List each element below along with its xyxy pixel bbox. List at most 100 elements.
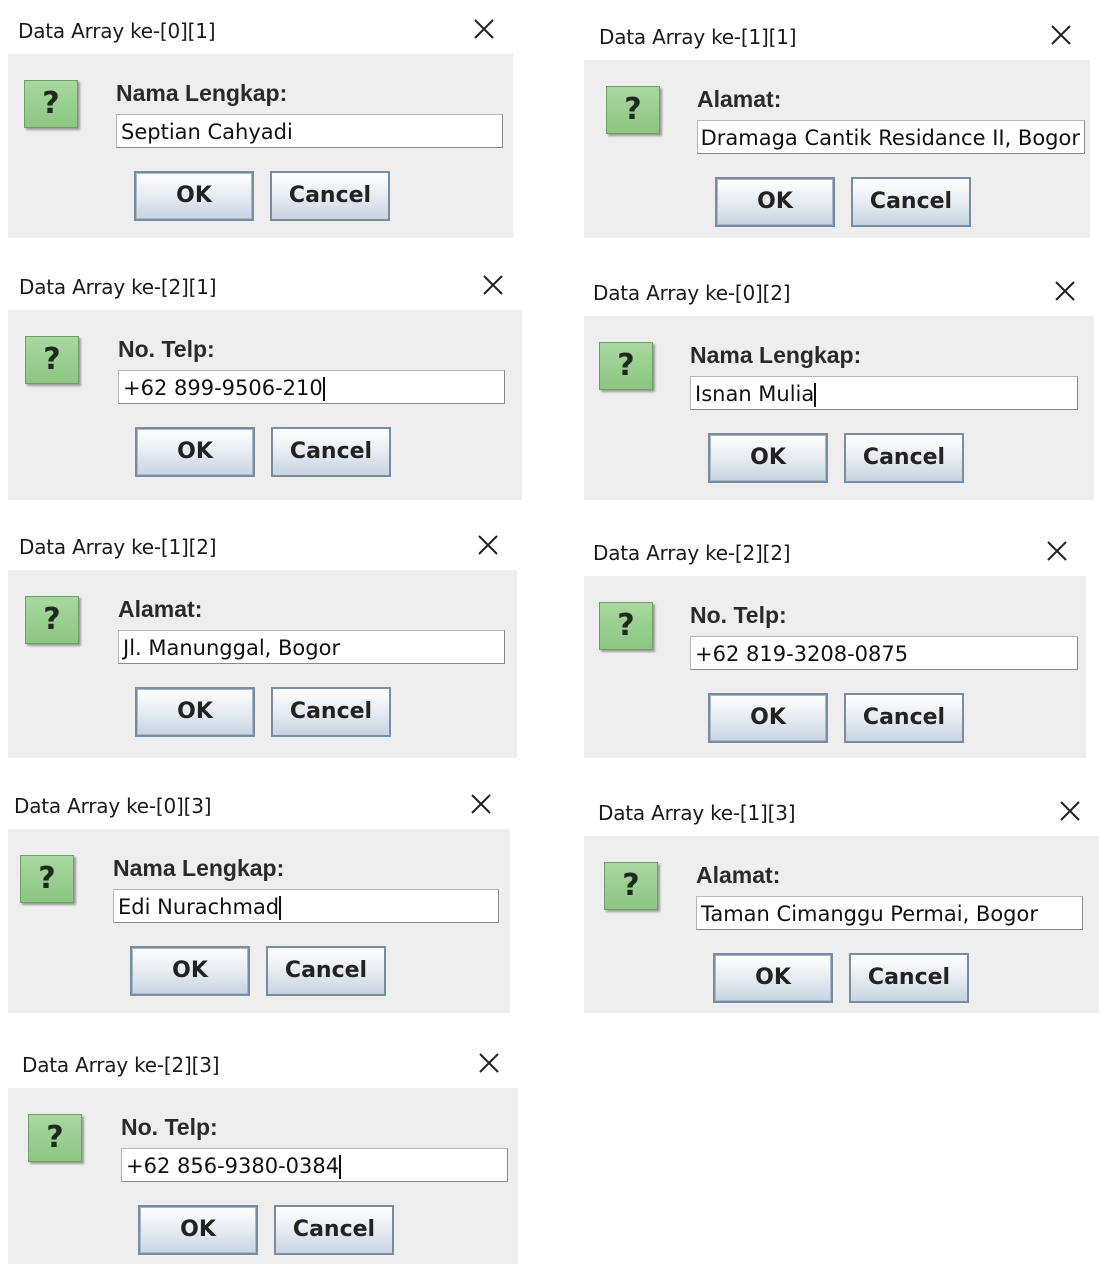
ok-button[interactable]: OK bbox=[713, 953, 833, 1003]
input-dialog: Data Array ke-[2][2] ? No. Telp: +62 819… bbox=[584, 528, 1086, 758]
dialog-titlebar: Data Array ke-[1][3] bbox=[584, 788, 1099, 836]
dialog-titlebar: Data Array ke-[1][1] bbox=[584, 12, 1090, 60]
prompt-label: Nama Lengkap: bbox=[113, 855, 285, 881]
question-icon: ? bbox=[25, 336, 79, 384]
question-icon: ? bbox=[604, 862, 658, 910]
close-button[interactable] bbox=[466, 789, 496, 819]
cancel-button[interactable]: Cancel bbox=[271, 427, 391, 477]
prompt-label: Alamat: bbox=[696, 862, 781, 888]
close-button[interactable] bbox=[1046, 20, 1076, 50]
input-dialog: Data Array ke-[0][3] ? Nama Lengkap: Edi… bbox=[8, 781, 510, 1013]
text-input[interactable]: Dramaga Cantik Residance II, Bogor bbox=[697, 120, 1085, 154]
dialog-body: ? Nama Lengkap: Septian Cahyadi OK Cance… bbox=[8, 54, 513, 238]
ok-button[interactable]: OK bbox=[715, 177, 835, 227]
dialog-body: ? Nama Lengkap: Isnan Mulia OK Cancel bbox=[584, 316, 1094, 500]
text-input[interactable]: +62 899-9506-210 bbox=[118, 370, 505, 404]
ok-button[interactable]: OK bbox=[708, 433, 828, 483]
input-dialog: Data Array ke-[1][1] ? Alamat: Dramaga C… bbox=[584, 12, 1090, 238]
prompt-label: Alamat: bbox=[697, 86, 782, 112]
close-button[interactable] bbox=[1055, 796, 1085, 826]
dialog-title: Data Array ke-[1][2] bbox=[19, 535, 217, 559]
input-text: +62 899-9506-210 bbox=[123, 376, 323, 400]
cancel-button[interactable]: Cancel bbox=[849, 953, 969, 1003]
cancel-button[interactable]: Cancel bbox=[844, 433, 964, 483]
close-button[interactable] bbox=[469, 14, 499, 44]
input-text: +62 856-9380-0384 bbox=[126, 1154, 340, 1178]
close-icon bbox=[1047, 541, 1067, 561]
text-input[interactable]: Septian Cahyadi bbox=[116, 114, 503, 148]
input-dialog: Data Array ke-[1][2] ? Alamat: Jl. Manun… bbox=[8, 522, 517, 758]
question-icon: ? bbox=[599, 342, 653, 390]
prompt-label: No. Telp: bbox=[690, 602, 787, 628]
cancel-button[interactable]: Cancel bbox=[270, 171, 390, 221]
cancel-button[interactable]: Cancel bbox=[271, 687, 391, 737]
question-icon: ? bbox=[20, 855, 74, 903]
close-button[interactable] bbox=[473, 530, 503, 560]
input-value: +62 856-9380-0384 bbox=[126, 1154, 342, 1179]
input-value: +62 899-9506-210 bbox=[123, 376, 325, 401]
close-icon bbox=[478, 535, 498, 555]
ok-button[interactable]: OK bbox=[130, 946, 250, 996]
input-value: Septian Cahyadi bbox=[121, 120, 293, 144]
close-icon bbox=[474, 19, 494, 39]
close-icon bbox=[471, 794, 491, 814]
question-icon: ? bbox=[28, 1114, 82, 1162]
input-text: Isnan Mulia bbox=[695, 382, 815, 406]
close-icon bbox=[1055, 281, 1075, 301]
question-icon: ? bbox=[25, 596, 79, 644]
dialog-body: ? No. Telp: +62 819-3208-0875 OK Cancel bbox=[584, 576, 1086, 758]
input-value: Taman Cimanggu Permai, Bogor bbox=[701, 902, 1038, 926]
ok-button[interactable]: OK bbox=[134, 171, 254, 221]
question-icon: ? bbox=[24, 80, 78, 128]
dialog-titlebar: Data Array ke-[0][3] bbox=[8, 781, 510, 829]
dialog-title: Data Array ke-[1][3] bbox=[598, 801, 796, 825]
text-input[interactable]: +62 856-9380-0384 bbox=[121, 1148, 508, 1182]
close-button[interactable] bbox=[1042, 536, 1072, 566]
prompt-label: Nama Lengkap: bbox=[690, 342, 862, 368]
close-icon bbox=[483, 275, 503, 295]
input-value: Jl. Manunggal, Bogor bbox=[123, 636, 341, 660]
close-button[interactable] bbox=[478, 270, 508, 300]
input-dialog: Data Array ke-[1][3] ? Alamat: Taman Cim… bbox=[584, 788, 1099, 1013]
prompt-label: Nama Lengkap: bbox=[116, 80, 288, 106]
prompt-label: Alamat: bbox=[118, 596, 203, 622]
dialog-body: ? Alamat: Jl. Manunggal, Bogor OK Cancel bbox=[8, 570, 517, 758]
dialog-titlebar: Data Array ke-[2][2] bbox=[584, 528, 1086, 576]
dialog-body: ? No. Telp: +62 899-9506-210 OK Cancel bbox=[8, 310, 522, 500]
dialog-titlebar: Data Array ke-[0][2] bbox=[584, 268, 1094, 316]
text-input[interactable]: Isnan Mulia bbox=[690, 376, 1078, 410]
text-input[interactable]: Jl. Manunggal, Bogor bbox=[118, 630, 505, 664]
text-caret bbox=[322, 377, 325, 401]
dialog-title: Data Array ke-[0][2] bbox=[593, 281, 791, 305]
dialog-body: ? No. Telp: +62 856-9380-0384 OK Cancel bbox=[8, 1088, 518, 1264]
prompt-label: No. Telp: bbox=[121, 1114, 218, 1140]
close-button[interactable] bbox=[474, 1048, 504, 1078]
text-input[interactable]: Edi Nurachmad bbox=[113, 889, 499, 923]
input-text: Edi Nurachmad bbox=[118, 895, 280, 919]
dialog-title: Data Array ke-[2][2] bbox=[593, 541, 791, 565]
text-input[interactable]: +62 819-3208-0875 bbox=[690, 636, 1078, 670]
input-value: Edi Nurachmad bbox=[118, 895, 282, 920]
close-icon bbox=[1051, 25, 1071, 45]
dialog-title: Data Array ke-[2][1] bbox=[19, 275, 217, 299]
input-value: Dramaga Cantik Residance II, Bogor bbox=[700, 126, 1080, 150]
input-dialog: Data Array ke-[0][1] ? Nama Lengkap: Sep… bbox=[8, 6, 513, 238]
prompt-label: No. Telp: bbox=[118, 336, 215, 362]
ok-button[interactable]: OK bbox=[135, 687, 255, 737]
text-caret bbox=[279, 896, 282, 920]
ok-button[interactable]: OK bbox=[135, 427, 255, 477]
cancel-button[interactable]: Cancel bbox=[844, 693, 964, 743]
close-button[interactable] bbox=[1050, 276, 1080, 306]
cancel-button[interactable]: Cancel bbox=[274, 1205, 394, 1255]
input-dialog: Data Array ke-[0][2] ? Nama Lengkap: Isn… bbox=[584, 268, 1094, 500]
close-icon bbox=[1060, 801, 1080, 821]
dialog-body: ? Nama Lengkap: Edi Nurachmad OK Cancel bbox=[8, 829, 510, 1013]
dialog-title: Data Array ke-[0][1] bbox=[18, 19, 216, 43]
text-caret bbox=[339, 1155, 342, 1179]
input-dialog: Data Array ke-[2][1] ? No. Telp: +62 899… bbox=[8, 262, 522, 500]
text-input[interactable]: Taman Cimanggu Permai, Bogor bbox=[696, 896, 1083, 930]
ok-button[interactable]: OK bbox=[708, 693, 828, 743]
cancel-button[interactable]: Cancel bbox=[266, 946, 386, 996]
ok-button[interactable]: OK bbox=[138, 1205, 258, 1255]
cancel-button[interactable]: Cancel bbox=[851, 177, 971, 227]
